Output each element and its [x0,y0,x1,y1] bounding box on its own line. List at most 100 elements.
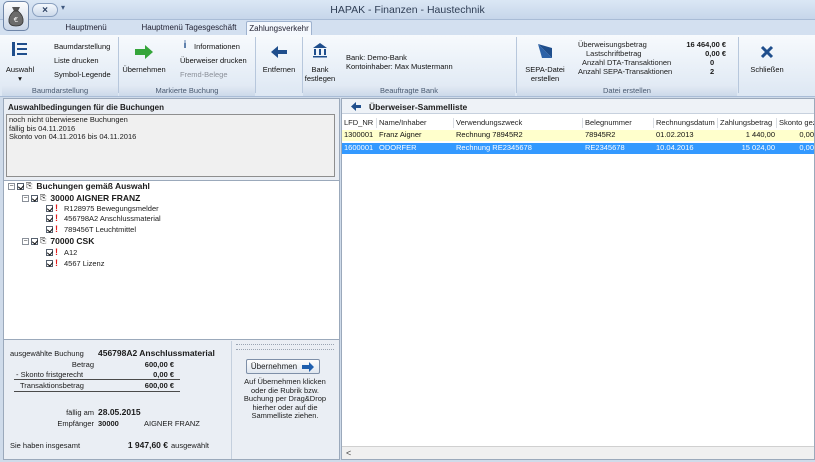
auswahl-button[interactable]: Auswahl [4,65,36,74]
checkbox[interactable] [46,259,53,267]
checkbox[interactable] [17,182,24,190]
col-header[interactable]: LFD_NR [342,118,377,128]
conditions-box: noch nicht überwiesene Buchungen fällig … [6,114,335,177]
empfaenger-label: Empfänger [57,419,94,428]
cell: 0,00 [799,130,814,139]
table-row-selected[interactable]: 1600001 ODORFER Rechnung RE2345678 RE234… [342,143,814,154]
scroll-left-icon[interactable]: < [346,448,351,458]
col-header[interactable]: Verwendungszweck [454,118,583,128]
selected-value: 456798A2 Anschlussmaterial [98,348,215,358]
tree-item[interactable]: ! 456798A2 Anschlussmaterial [46,213,161,223]
tab-zahlungsverkehr[interactable]: Zahlungsverkehr [246,21,312,35]
condition-line: Skonto von 04.11.2016 bis 04.11.2016 [9,132,137,141]
symbol-legende-button[interactable]: Symbol-Legende [54,70,111,79]
entfernen-button[interactable]: Entfernen [257,65,301,74]
tree-item-label: R128975 Bewegungsmelder [64,203,159,213]
app-menu-button[interactable]: € [3,1,29,31]
sepa-label: Anzahl SEPA-Transaktionen [578,67,673,76]
close-icon [758,43,776,61]
col-header[interactable]: Rechnungsdatum [654,118,718,128]
faellig-value: 28.05.2015 [98,407,141,417]
col-header[interactable]: Belegnummer [583,118,654,128]
collapse-icon[interactable]: − [22,237,29,245]
grid-header: LFD_NR Name/Inhaber Verwendungszweck Bel… [342,118,814,128]
schliessen-button[interactable]: Schließen [742,65,792,74]
informationen-button[interactable]: Informationen [194,42,240,51]
cell: 0,00 [799,143,814,152]
transfer-uebernehmen-button[interactable]: Übernehmen [246,359,320,374]
tab-auswertungen[interactable]: Hauptmenü Auswertungen [40,21,132,46]
empfaenger-name: AIGNER FRANZ [144,419,200,428]
arrow-left-icon [268,43,290,61]
conditions-title: Auswahlbedingungen für die Buchungen [8,103,164,112]
checkbox[interactable] [31,237,38,245]
checkbox[interactable] [46,225,53,233]
money-bag-icon: € [8,7,24,27]
tree-item[interactable]: ! R128975 Bewegungsmelder [46,203,159,213]
arrow-right-icon [132,43,156,61]
tree-item-label: A12 [64,247,78,257]
insgesamt-label: Sie haben insgesamt [10,441,81,450]
collapse-icon[interactable]: − [8,182,15,190]
transfer-hint: Auf Übernehmen klicken oder die Rubrik b… [243,377,327,420]
tab-tagesgeschaeft[interactable]: Hauptmenü Tagesgeschäft [140,21,238,35]
group-label-datei: Datei erstellen [517,85,737,96]
info-icon: i [183,39,187,51]
ueberweiser-drucken-button[interactable]: Überweiser drucken [180,56,247,65]
tree-root-label: Buchungen gemäß Auswahl [36,181,150,191]
transaktion-value: 600,00 € [144,381,174,390]
cell: 01.02.2013 [656,130,694,139]
faellig-label: fällig am [66,408,94,417]
paperclip-icon: ⎘ [26,181,33,190]
fremd-belege-button[interactable]: Fremd-Belege [180,70,228,79]
cell: 1300001 [344,130,374,139]
sammelliste-title: Überweiser-Sammelliste [369,102,468,112]
warning-icon: ! [55,213,58,223]
checkbox[interactable] [31,194,38,202]
lastschriftbetrag-value: 0,00 € [705,49,726,58]
tree-item-label: 456798A2 Anschlussmaterial [64,213,161,223]
col-header[interactable]: Skonto gez [777,118,814,128]
divider [14,379,180,380]
dta-value: 0 [710,58,715,67]
cell: Franz Aigner [379,130,422,139]
tree-item[interactable]: ! 789456T Leuchtmittel [46,224,136,234]
checkbox[interactable] [46,214,53,222]
svg-text:€: € [14,16,18,24]
warning-icon: ! [55,247,58,257]
horizontal-scrollbar[interactable]: < [342,446,814,459]
cell: Rechnung 78945R2 [456,130,523,139]
sepa-datei-label-2[interactable]: erstellen [520,74,570,83]
ueberweisungsbetrag-label: Überweisungsbetrag [578,40,647,49]
table-row[interactable]: 1300001 Franz Aigner Rechnung 78945R2 78… [342,130,814,141]
arrow-left-icon[interactable] [350,101,362,111]
paperclip-icon: ⎘ [40,193,47,202]
collapse-icon[interactable]: − [22,194,29,202]
uebernehmen-button[interactable]: Übernehmen [120,65,168,74]
tree-group[interactable]: − ⎘ 70000 CSK [22,236,94,246]
liste-drucken-button[interactable]: Liste drucken [54,56,99,65]
skonto-value: 0,00 € [153,370,174,379]
selected-label: ausgewählte Buchung [10,349,84,358]
bank-festlegen-label-2[interactable]: festlegen [303,74,337,83]
bank-festlegen-label-1[interactable]: Bank [303,65,337,74]
group-separator [738,37,739,93]
list-icon [10,39,30,59]
sepa-datei-label-1[interactable]: SEPA-Datei [520,65,570,74]
baumdarstellung-button[interactable]: Baumdarstellung [54,42,110,51]
auswahl-dropdown-icon[interactable]: ▾ [4,74,36,83]
checkbox[interactable] [46,204,53,212]
drag-handle[interactable] [236,344,334,350]
col-header[interactable]: Name/Inhaber [377,118,454,128]
skonto-label: - Skonto fristgerecht [16,370,84,379]
group-label-markierte: Markierte Buchung [119,85,255,96]
cell: 1600001 [344,143,374,152]
tree-group[interactable]: − ⎘ 30000 AIGNER FRANZ [22,193,140,203]
tree-item[interactable]: ! A12 [46,247,77,257]
col-header[interactable]: Zahlungsbetrag [718,118,777,128]
checkbox[interactable] [46,248,53,256]
group-separator [255,37,256,93]
kontoinhaber: Kontoinhaber: Max Mustermann [346,62,453,71]
tree-item[interactable]: ! 4567 Lizenz [46,258,104,268]
tree-root[interactable]: − ⎘ Buchungen gemäß Auswahl [8,181,150,191]
